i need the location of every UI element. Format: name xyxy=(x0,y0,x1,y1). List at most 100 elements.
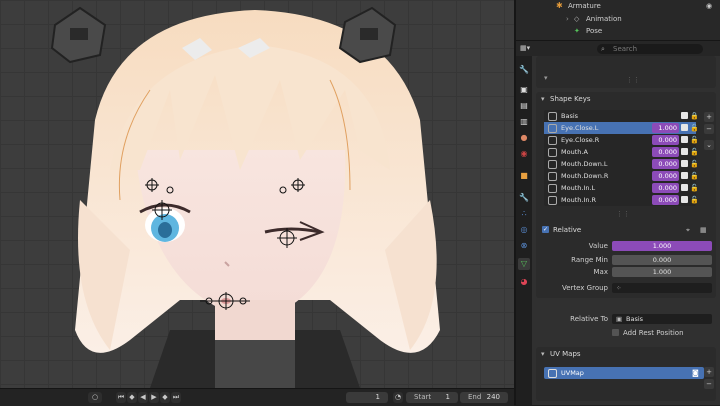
properties-header: ▦▾ ⌕ Search xyxy=(516,40,720,57)
eye-icon[interactable]: ◉ xyxy=(706,0,712,12)
shape-key-row[interactable]: Basis 🔒 xyxy=(544,110,699,122)
outliner-label: Animation xyxy=(586,15,622,23)
shape-key-name: Mouth.Down.R xyxy=(561,172,609,180)
data-icon[interactable]: ▽ xyxy=(518,258,530,270)
shape-key-value[interactable]: 0.000 xyxy=(652,135,679,145)
shape-key-row[interactable]: Eye.Close.L 1.000 🔓 xyxy=(544,122,699,134)
shape-key-row[interactable]: Mouth.Down.R 0.000 🔓 xyxy=(544,170,699,182)
mute-checkbox[interactable] xyxy=(681,172,688,179)
shape-keys-header[interactable]: ▾ Shape Keys xyxy=(536,92,716,106)
shape-keys-panel: ▾ Shape Keys Basis 🔒 Eye.Close.L 1.000 🔓… xyxy=(536,92,716,298)
relative-checkbox[interactable]: ✓ xyxy=(542,226,549,233)
outliner-row-pose[interactable]: ✦ Pose xyxy=(516,25,720,37)
physics-icon[interactable]: ◎ xyxy=(518,224,530,236)
value-label: Value xyxy=(588,242,608,250)
add-shape-key-button[interactable]: + xyxy=(704,112,714,122)
play-button[interactable]: ▶ xyxy=(149,392,159,403)
unlock-icon[interactable]: 🔓 xyxy=(690,170,699,182)
shape-key-value[interactable]: 0.000 xyxy=(652,183,679,193)
shape-key-value[interactable]: 0.000 xyxy=(652,195,679,205)
particles-icon[interactable]: ∴ xyxy=(518,208,530,220)
shape-key-name: Basis xyxy=(561,112,579,120)
stopwatch-icon[interactable]: ◔ xyxy=(393,392,403,403)
search-input[interactable]: ⌕ Search xyxy=(597,44,703,54)
render-icon[interactable]: ▣ xyxy=(518,84,530,96)
mute-checkbox[interactable] xyxy=(681,136,688,143)
uv-maps-header[interactable]: ▾ UV Maps xyxy=(536,347,716,361)
animation-icon: ◇ xyxy=(574,15,580,23)
editor-type-icon[interactable]: ▦▾ xyxy=(520,44,530,52)
shape-key-specials-button[interactable]: ⌄ xyxy=(704,140,714,150)
shape-key-row[interactable]: Eye.Close.R 0.000 🔓 xyxy=(544,134,699,146)
mute-checkbox[interactable] xyxy=(681,112,688,119)
unlock-icon[interactable]: 🔓 xyxy=(690,122,699,134)
shape-key-icon xyxy=(548,148,557,157)
add-rest-checkbox[interactable] xyxy=(612,329,619,336)
remove-shape-key-button[interactable]: − xyxy=(704,124,714,134)
uv-map-icon xyxy=(548,369,557,378)
max-label: Max xyxy=(593,268,608,276)
modifier-icon[interactable]: 🔧 xyxy=(518,192,530,204)
constraints-icon[interactable]: ⊗ xyxy=(518,240,530,252)
relative-label: Relative xyxy=(553,226,582,234)
unlock-icon[interactable]: 🔓 xyxy=(690,158,699,170)
value-field[interactable]: 1.000 xyxy=(612,241,712,251)
lock-icon[interactable]: 🔒 xyxy=(690,110,699,122)
tool-icon[interactable]: 🔧 xyxy=(518,64,530,76)
add-rest-row: Add Rest Position xyxy=(536,327,716,339)
output-icon[interactable]: ▤ xyxy=(518,100,530,112)
timeline-bar: ○ ⏮ ◆ ◀ ▶ ◆ ⏭ 1 ◔ Start 1 End 240 xyxy=(0,388,514,406)
relative-to-value: Basis xyxy=(626,315,644,323)
edit-mode-icon[interactable]: ▦ xyxy=(700,224,707,236)
mute-checkbox[interactable] xyxy=(681,196,688,203)
prev-keyframe-button[interactable]: ◆ xyxy=(127,392,137,403)
world-icon[interactable]: ◉ xyxy=(518,148,530,160)
shape-key-row[interactable]: Mouth.Down.L 0.000 🔓 xyxy=(544,158,699,170)
resize-grip-icon[interactable]: ⋮⋮ xyxy=(616,210,630,218)
mute-checkbox[interactable] xyxy=(681,160,688,167)
pin-icon[interactable]: ⌖ xyxy=(686,224,690,236)
unlock-icon[interactable]: 🔓 xyxy=(690,146,699,158)
mute-checkbox[interactable] xyxy=(681,124,688,131)
chevron-down-icon[interactable]: ▾ xyxy=(544,74,548,82)
range-min-field[interactable]: 0.000 xyxy=(612,255,712,265)
start-frame-field[interactable]: Start 1 xyxy=(406,392,458,403)
play-reverse-button[interactable]: ◀ xyxy=(138,392,148,403)
add-uv-map-button[interactable]: + xyxy=(704,367,714,377)
shape-key-icon xyxy=(548,196,557,205)
object-icon[interactable]: ■ xyxy=(518,170,530,182)
current-frame-field[interactable]: 1 xyxy=(346,392,388,403)
jump-end-button[interactable]: ⏭ xyxy=(171,392,181,403)
resize-grip-icon[interactable]: ⋮⋮ xyxy=(626,76,640,84)
max-field[interactable]: 1.000 xyxy=(612,267,712,277)
relative-to-field[interactable]: ▣ Basis xyxy=(612,314,712,324)
camera-icon[interactable]: ◙ xyxy=(692,367,699,379)
vertex-group-field[interactable]: ⁘ xyxy=(612,283,712,293)
shape-key-value[interactable]: 0.000 xyxy=(652,159,679,169)
chevron-right-icon[interactable]: › xyxy=(566,13,569,25)
outliner-row-animation[interactable]: › ◇ Animation xyxy=(516,13,720,25)
unlock-icon[interactable]: 🔓 xyxy=(690,134,699,146)
material-icon[interactable]: ◕ xyxy=(518,276,530,288)
unlock-icon[interactable]: 🔓 xyxy=(690,194,699,206)
shape-key-row[interactable]: Mouth.In.L 0.000 🔓 xyxy=(544,182,699,194)
outliner: ✱ Armature ◉ › ◇ Animation ✦ Pose xyxy=(516,0,720,40)
remove-uv-map-button[interactable]: − xyxy=(704,379,714,389)
jump-start-button[interactable]: ⏮ xyxy=(116,392,126,403)
shape-key-row[interactable]: Mouth.A 0.000 🔓 xyxy=(544,146,699,158)
end-frame-field[interactable]: End 240 xyxy=(460,392,508,403)
3d-viewport[interactable] xyxy=(0,0,514,388)
outliner-row-armature[interactable]: ✱ Armature ◉ xyxy=(516,0,720,12)
scene-icon[interactable]: ● xyxy=(518,132,530,144)
shape-key-value[interactable]: 1.000 xyxy=(652,123,679,133)
mute-checkbox[interactable] xyxy=(681,184,688,191)
next-keyframe-button[interactable]: ◆ xyxy=(160,392,170,403)
mute-checkbox[interactable] xyxy=(681,148,688,155)
view-layer-icon[interactable]: ▥ xyxy=(518,116,530,128)
shape-key-row[interactable]: Mouth.In.R 0.000 🔓 xyxy=(544,194,699,206)
uv-map-row[interactable]: UVMap ◙ xyxy=(544,367,704,379)
shape-key-value[interactable]: 0.000 xyxy=(652,171,679,181)
unlock-icon[interactable]: 🔓 xyxy=(690,182,699,194)
shape-key-value[interactable]: 0.000 xyxy=(652,147,679,157)
playback-menu-button[interactable]: ○ xyxy=(88,392,102,403)
